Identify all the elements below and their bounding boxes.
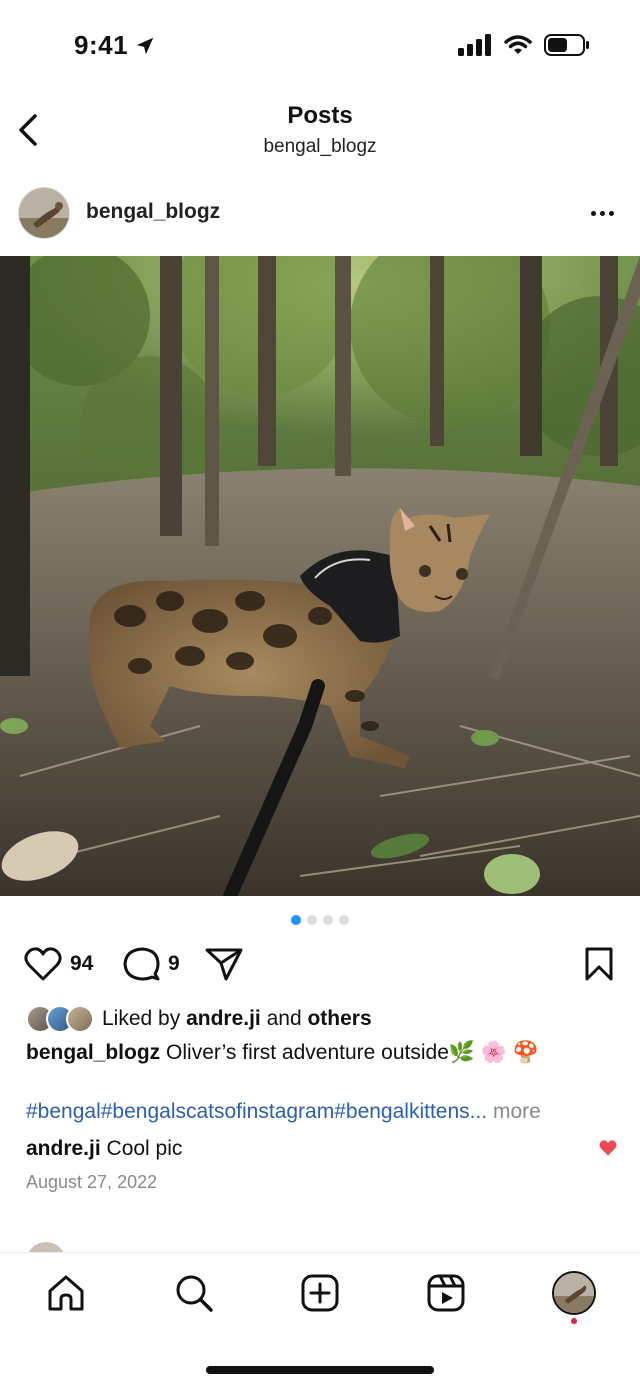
post-actions: 94 9 <box>0 940 640 990</box>
wifi-icon <box>504 35 532 54</box>
tab-reels[interactable] <box>424 1271 468 1315</box>
reels-icon <box>427 1274 465 1312</box>
heart-icon[interactable] <box>24 946 62 982</box>
caption-text: Oliver’s first adventure outside🌿 🌸 🍄 <box>160 1041 539 1064</box>
liked-by-prefix: Liked by <box>102 1007 187 1030</box>
carousel-dot-active <box>291 915 301 925</box>
liker-avatars <box>26 1005 94 1033</box>
comment-username[interactable]: andre.ji <box>26 1137 101 1160</box>
caption-username[interactable]: bengal_blogz <box>26 1041 160 1064</box>
location-arrow-icon <box>136 37 154 54</box>
comment-like-button[interactable] <box>598 1139 618 1162</box>
tab-home[interactable] <box>44 1271 88 1315</box>
home-icon <box>48 1275 84 1311</box>
post-caption: bengal_blogz Oliver’s first adventure ou… <box>26 1037 626 1069</box>
status-time: 9:41 <box>74 30 156 61</box>
more-options-button[interactable] <box>584 198 620 228</box>
status-bar: 9:41 <box>0 0 640 96</box>
tab-search[interactable] <box>172 1271 216 1315</box>
post-author-avatar[interactable] <box>18 187 70 239</box>
page-title: Posts <box>287 102 353 129</box>
comment-action[interactable]: 9 <box>122 946 180 982</box>
status-time-text: 9:41 <box>74 30 129 60</box>
carousel-dot <box>307 915 317 925</box>
notification-dot <box>571 1318 577 1324</box>
search-icon <box>176 1275 213 1312</box>
liked-by-others[interactable]: others <box>307 1007 371 1031</box>
caption-hashtags: #bengal#bengalscatsofinstagram#bengalkit… <box>26 1096 626 1128</box>
liked-by-row[interactable]: Liked by andre.ji and others <box>26 1003 372 1035</box>
carousel-dot <box>323 915 333 925</box>
comments-count[interactable]: 9 <box>168 952 180 976</box>
comment-preview: andre.ji Cool pic <box>26 1133 626 1165</box>
signal-icon <box>458 34 491 56</box>
like-action[interactable]: 94 <box>24 946 93 982</box>
post-date: August 27, 2022 <box>26 1172 158 1192</box>
post-photo[interactable] <box>0 256 640 896</box>
caption-more-link[interactable]: more <box>487 1100 541 1123</box>
profile-avatar <box>554 1273 594 1313</box>
hashtag-links[interactable]: #bengal#bengalscatsofinstagram#bengalkit… <box>26 1100 487 1123</box>
share-action[interactable] <box>204 946 244 982</box>
avatar <box>66 1005 94 1033</box>
create-icon <box>301 1274 339 1312</box>
liked-by-and: and <box>260 1007 308 1030</box>
battery-icon <box>544 34 589 56</box>
post-header: bengal_blogz <box>0 180 640 248</box>
likes-count[interactable]: 94 <box>70 952 93 976</box>
status-indicators <box>458 34 590 56</box>
save-button[interactable] <box>584 946 614 987</box>
carousel-dot <box>339 915 349 925</box>
more-horizontal-icon <box>590 210 596 216</box>
tab-create[interactable] <box>298 1271 342 1315</box>
heart-filled-icon <box>599 1140 617 1156</box>
carousel-indicator <box>0 915 640 925</box>
page-subtitle: bengal_blogz <box>263 136 377 157</box>
nav-header: Posts bengal_blogz <box>0 96 640 166</box>
liked-by-user[interactable]: andre.ji <box>186 1007 261 1031</box>
tab-profile[interactable] <box>552 1271 596 1315</box>
bookmark-icon[interactable] <box>584 946 614 982</box>
comment-icon[interactable] <box>122 946 160 982</box>
post-author-username[interactable]: bengal_blogz <box>86 200 220 224</box>
share-icon[interactable] <box>204 946 244 982</box>
home-indicator[interactable] <box>206 1366 434 1374</box>
comment-text: Cool pic <box>100 1137 183 1160</box>
